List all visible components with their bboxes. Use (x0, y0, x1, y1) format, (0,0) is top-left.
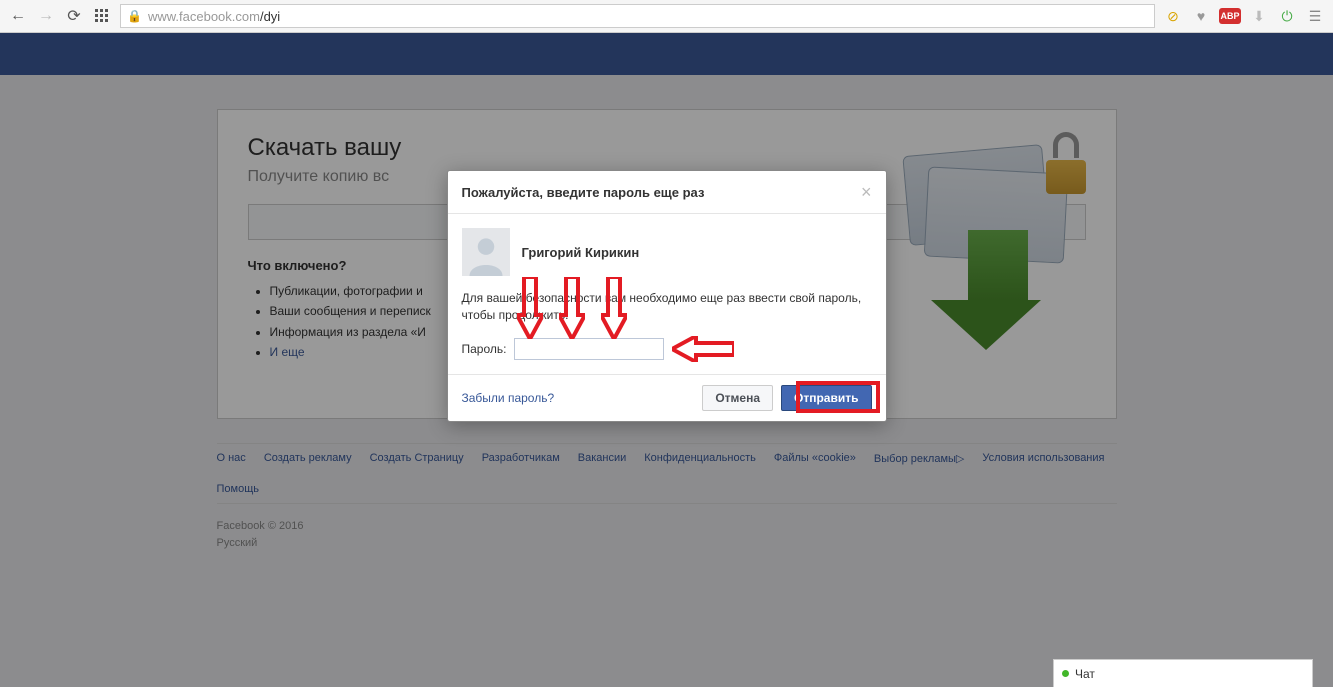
modal-title: Пожалуйста, введите пароль еще раз (462, 185, 705, 200)
submit-button[interactable]: Отправить (781, 385, 871, 411)
apps-button[interactable] (92, 6, 112, 26)
download-icon[interactable]: ⬇ (1249, 6, 1269, 26)
modal-username: Григорий Кирикин (522, 245, 640, 260)
menu-icon[interactable]: ☰ (1305, 6, 1325, 26)
modal-buttons: Отмена Отправить (702, 385, 871, 411)
password-modal: Пожалуйста, введите пароль еще раз × Гри… (447, 170, 887, 422)
abp-icon[interactable]: ABP (1219, 8, 1241, 24)
chat-label: Чат (1075, 667, 1095, 681)
avatar (462, 228, 510, 276)
modal-user-row: Григорий Кирикин (462, 228, 872, 276)
modal-header: Пожалуйста, введите пароль еще раз × (448, 171, 886, 214)
lock-icon: 🔒 (127, 9, 142, 23)
block-icon[interactable]: ⊘ (1163, 6, 1183, 26)
back-button[interactable]: ← (8, 6, 28, 26)
modal-description: Для вашей безопасности вам необходимо ещ… (462, 290, 872, 324)
modal-footer: Забыли пароль? Отмена Отправить (448, 374, 886, 421)
heart-icon[interactable]: ♥ (1191, 6, 1211, 26)
close-button[interactable]: × (861, 183, 872, 201)
url-text: www.facebook.com/dyi (148, 9, 280, 24)
chat-bar[interactable]: Чат (1053, 659, 1313, 687)
reload-button[interactable]: ⟳ (64, 6, 84, 26)
forgot-password-link[interactable]: Забыли пароль? (462, 391, 555, 405)
password-input[interactable] (514, 338, 664, 360)
modal-body: Григорий Кирикин Для вашей безопасности … (448, 214, 886, 374)
url-bar[interactable]: 🔒 www.facebook.com/dyi (120, 4, 1155, 28)
password-field-row: Пароль: (462, 338, 872, 360)
forward-button[interactable]: → (36, 6, 56, 26)
cancel-button[interactable]: Отмена (702, 385, 773, 411)
extension-icons: ⊘ ♥ ABP ⬇ ⏻ ☰ (1163, 6, 1325, 26)
browser-toolbar: ← → ⟳ 🔒 www.facebook.com/dyi ⊘ ♥ ABP ⬇ ⏻… (0, 0, 1333, 33)
online-dot-icon (1062, 670, 1069, 677)
power-icon[interactable]: ⏻ (1277, 6, 1297, 26)
password-label: Пароль: (462, 342, 507, 356)
